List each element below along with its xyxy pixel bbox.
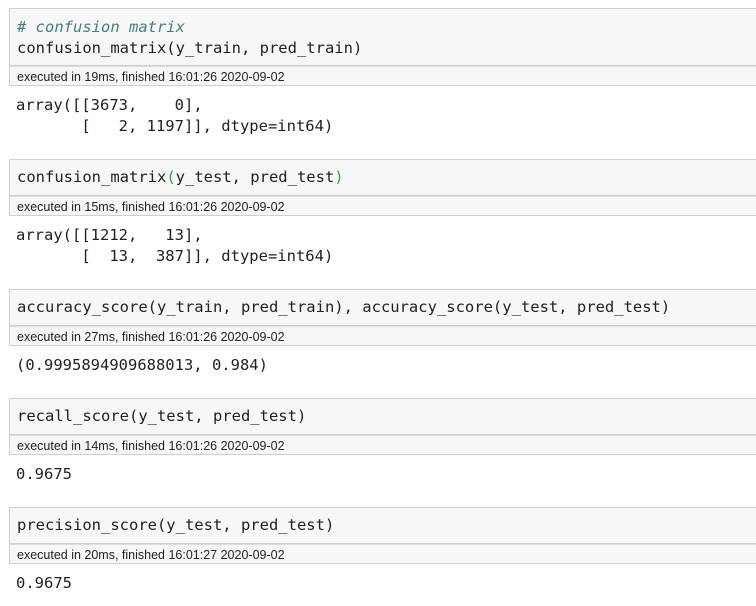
code-cell[interactable]: # confusion matrix confusion_matrix(y_tr… (0, 8, 756, 137)
execution-time: executed in 27ms, finished 16:01:26 2020… (9, 326, 756, 346)
execution-time: executed in 20ms, finished 16:01:27 2020… (9, 544, 756, 564)
code-line: confusion_matrix(y_train, pred_train) (17, 39, 363, 57)
cell-output: (0.9995894909688013, 0.984) (16, 356, 268, 374)
input-area[interactable]: accuracy_score(y_train, pred_train), acc… (9, 289, 756, 326)
execution-time: executed in 14ms, finished 16:01:26 2020… (9, 435, 756, 455)
cell-output: 0.9675 (16, 465, 72, 483)
input-area[interactable]: recall_score(y_test, pred_test) (9, 398, 756, 435)
code-paren-close: ) (334, 168, 344, 186)
code-cell[interactable]: confusion_matrix(y_test, pred_test) exec… (0, 159, 756, 267)
notebook: # confusion matrix confusion_matrix(y_tr… (0, 0, 756, 594)
code-line: confusion_matrix(y_test, pred_test) (10, 167, 756, 188)
cell-output: array([[1212, 13], [ 13, 387]], dtype=in… (16, 226, 334, 265)
execution-time: executed in 15ms, finished 16:01:26 2020… (9, 196, 756, 216)
code-cell[interactable]: accuracy_score(y_train, pred_train), acc… (0, 289, 756, 376)
code-function: confusion_matrix (17, 168, 167, 186)
cell-output: array([[3673, 0], [ 2, 1197]], dtype=int… (16, 96, 334, 135)
code-paren-open: ( (166, 168, 176, 186)
code-cell[interactable]: precision_score(y_test, pred_test) execu… (0, 507, 756, 594)
code-line: precision_score(y_test, pred_test) (17, 516, 335, 534)
input-area[interactable]: # confusion matrix confusion_matrix(y_tr… (9, 8, 756, 66)
input-area[interactable]: confusion_matrix(y_test, pred_test) (9, 159, 756, 196)
code-cell[interactable]: recall_score(y_test, pred_test) executed… (0, 398, 756, 485)
code-comment: # confusion matrix (17, 18, 185, 36)
input-area[interactable]: precision_score(y_test, pred_test) (9, 507, 756, 544)
code-args: y_test, pred_test (175, 168, 335, 186)
code-line: accuracy_score(y_train, pred_train), acc… (17, 298, 671, 316)
code-line: recall_score(y_test, pred_test) (17, 407, 307, 425)
execution-time: executed in 19ms, finished 16:01:26 2020… (9, 66, 756, 86)
cell-output: 0.9675 (16, 574, 72, 592)
